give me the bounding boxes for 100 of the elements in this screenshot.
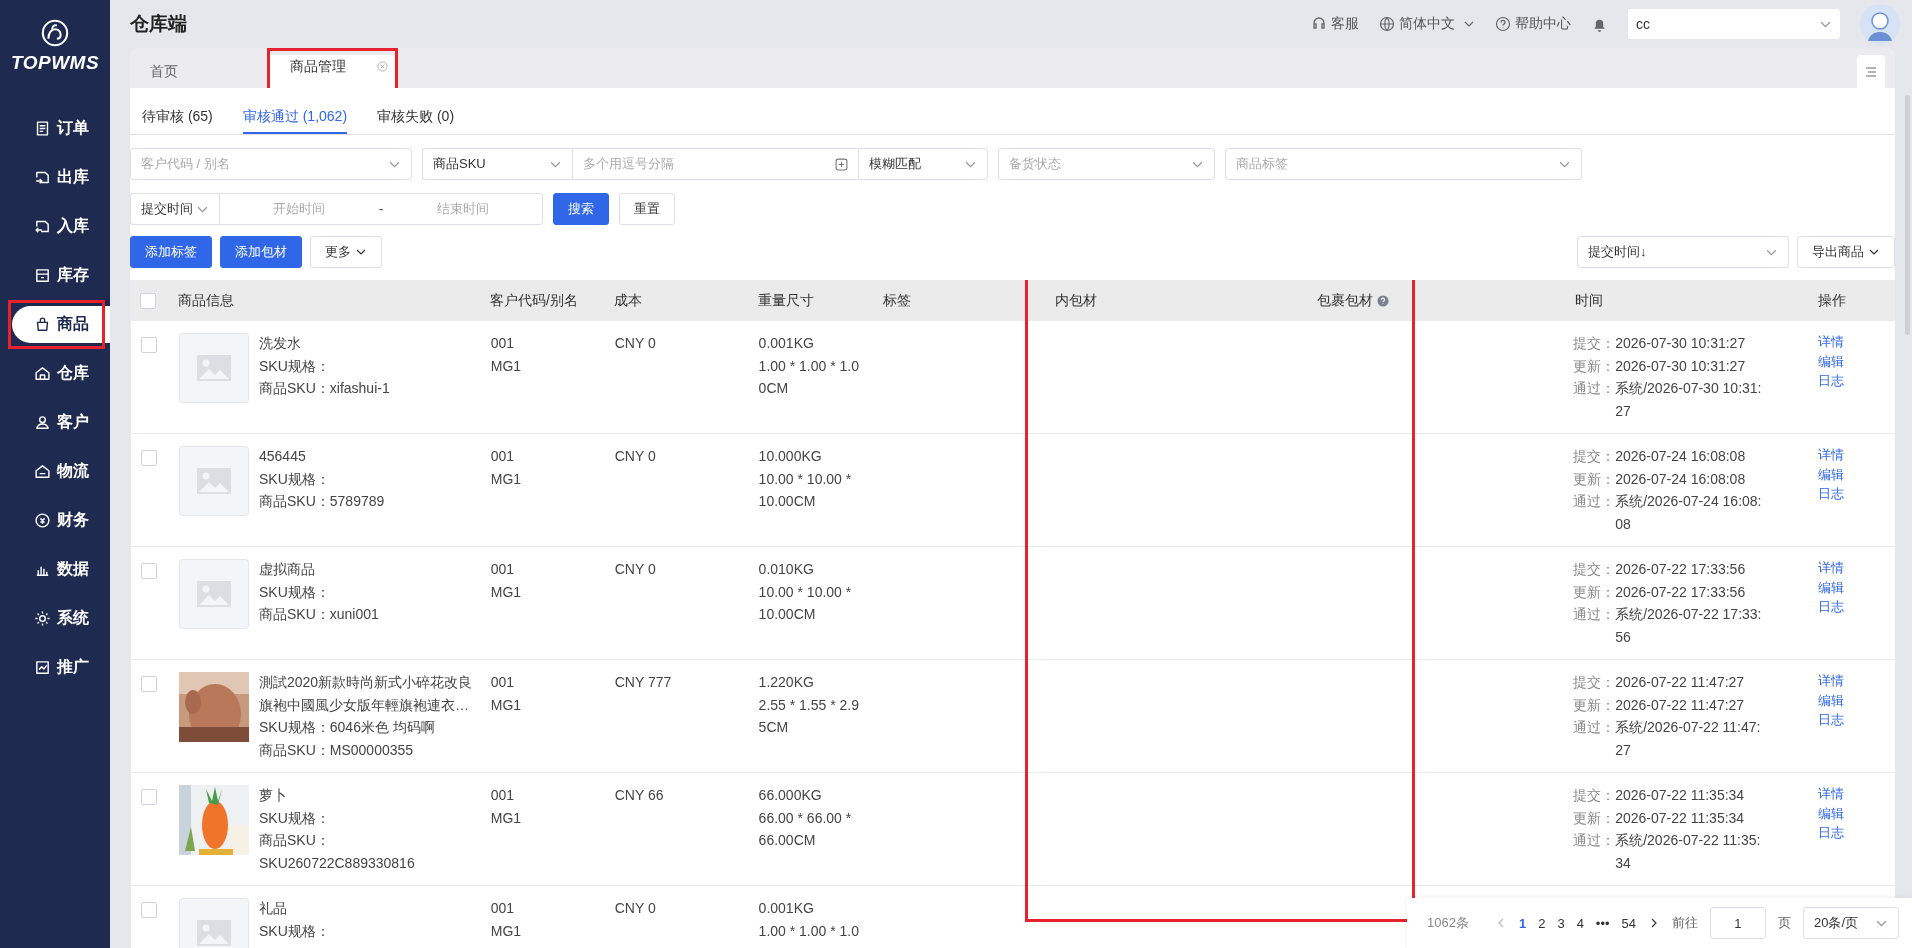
action-link[interactable]: 编辑 (1818, 464, 1895, 484)
page-number[interactable]: 4 (1576, 915, 1584, 931)
row-checkbox[interactable] (141, 902, 157, 918)
review-tab[interactable]: 审核失败 (0) (377, 108, 455, 134)
nav-item[interactable]: 物流 (12, 453, 110, 490)
service-link[interactable]: 客服 (1311, 15, 1359, 33)
action-link[interactable]: 日志 (1818, 710, 1895, 730)
action-link[interactable]: 编辑 (1818, 803, 1895, 823)
nav-item[interactable]: 数据 (12, 551, 110, 588)
column-header[interactable]: 标签 (883, 291, 911, 310)
action-link[interactable]: 日志 (1818, 484, 1895, 504)
column-header[interactable]: 包裹包材 (1317, 291, 1389, 310)
language-selector[interactable]: 简体中文 (1379, 15, 1475, 33)
more-button[interactable]: 更多 (310, 236, 382, 268)
customer-code: 001 (490, 334, 516, 353)
review-tab[interactable]: 审核通过 (1,062) (242, 108, 348, 134)
time-label: 提交： (1573, 334, 1616, 353)
page-number[interactable]: 54 (1621, 915, 1636, 931)
nav-item[interactable]: 订单 (12, 110, 110, 147)
row-checkbox[interactable] (141, 450, 157, 466)
page-tab[interactable]: 商品管理 (270, 55, 398, 88)
nav-item[interactable]: 商品 (12, 306, 110, 343)
weight: 0.001KG (758, 899, 815, 918)
page-size-select[interactable]: 20条/页 (1803, 907, 1899, 939)
page-number[interactable]: 1 (1518, 915, 1527, 931)
action-link[interactable]: 详情 (1818, 784, 1895, 804)
row-checkbox[interactable] (141, 789, 157, 805)
cost: CNY 66 (614, 787, 664, 803)
match-select[interactable]: 模糊匹配 (858, 148, 988, 180)
action-link[interactable]: 详情 (1818, 445, 1895, 465)
customer-code: 001 (490, 560, 516, 579)
time-value: 2026-07-24 16:08:08 (1615, 447, 1747, 466)
nav-icon (34, 316, 51, 333)
sort-select[interactable]: 提交时间↓ (1577, 236, 1789, 268)
page-tab[interactable]: 首页 (130, 55, 258, 88)
time-label: 提交： (1573, 447, 1616, 466)
time-type-select[interactable]: 提交时间 (130, 193, 219, 225)
column-header[interactable]: 重量尺寸 (758, 291, 814, 310)
page-number[interactable]: 3 (1557, 915, 1565, 931)
nav-item[interactable]: 入库 (12, 208, 110, 245)
scrollbar[interactable] (1905, 95, 1910, 335)
page-number[interactable]: 2 (1538, 915, 1546, 931)
help-icon[interactable] (1377, 294, 1389, 307)
nav-item[interactable]: 仓库 (12, 355, 110, 392)
page-number[interactable]: ••• (1595, 915, 1610, 931)
row-checkbox[interactable] (141, 676, 157, 692)
nav-item[interactable]: 系统 (12, 600, 110, 637)
time-label: 提交： (1573, 673, 1616, 692)
time-label: 更新： (1573, 356, 1616, 376)
review-tab[interactable]: 待审核 (65) (142, 108, 213, 134)
help-link[interactable]: 帮助中心 (1495, 15, 1571, 33)
column-header[interactable]: 商品信息 (178, 291, 234, 310)
column-header[interactable]: 成本 (614, 291, 642, 310)
nav-item[interactable]: 出库 (12, 159, 110, 196)
add-package-button[interactable]: 添加包材 (220, 236, 302, 268)
time-value: 2026-07-22 17:33:56 (1615, 560, 1747, 579)
nav-item[interactable]: 推广 (12, 649, 110, 686)
action-link[interactable]: 详情 (1818, 671, 1895, 691)
sku-spec: SKU规格： (259, 356, 331, 376)
nav-item[interactable]: 客户 (12, 404, 110, 441)
search-button[interactable]: 搜索 (553, 193, 609, 225)
time-label: 通过： (1573, 379, 1616, 398)
export-button[interactable]: 导出商品 (1797, 236, 1895, 268)
column-header[interactable]: 操作 (1818, 291, 1846, 310)
action-link[interactable]: 日志 (1818, 371, 1895, 391)
avatar[interactable] (1860, 4, 1900, 44)
time-value: 系统/2026-07-22 11:47:27 (1615, 718, 1762, 760)
row-checkbox[interactable] (141, 337, 157, 353)
select-all-checkbox[interactable] (140, 292, 156, 309)
goto-label: 前往 (1672, 914, 1698, 932)
column-header[interactable]: 时间 (1575, 291, 1603, 310)
menu-button[interactable] (1857, 55, 1885, 88)
action-link[interactable]: 详情 (1818, 558, 1895, 578)
action-link[interactable]: 日志 (1818, 597, 1895, 617)
account-select[interactable]: cc (1628, 9, 1840, 39)
nav-item[interactable]: 财务 (12, 502, 110, 539)
time-label: 通过： (1573, 831, 1616, 850)
weight: 0.010KG (758, 560, 815, 579)
logo-icon (40, 18, 70, 48)
close-icon[interactable] (377, 61, 388, 72)
weight: 66.000KG (758, 786, 823, 805)
time-value: 2026-07-24 16:08:08 (1615, 469, 1747, 489)
dimensions: 1.00 * 1.00 * 1.0 (758, 921, 861, 941)
cost: CNY 0 (614, 900, 656, 916)
row-checkbox[interactable] (141, 563, 157, 579)
column-header[interactable]: 内包材 (1055, 291, 1097, 310)
nav-icon (34, 218, 51, 235)
action-link[interactable]: 编辑 (1818, 351, 1895, 371)
nav-item[interactable]: 库存 (12, 257, 110, 294)
action-link[interactable]: 编辑 (1818, 577, 1895, 597)
action-link[interactable]: 日志 (1818, 823, 1895, 843)
action-link[interactable]: 编辑 (1818, 690, 1895, 710)
reset-button[interactable]: 重置 (619, 193, 675, 225)
page-input[interactable]: 1 (1710, 907, 1766, 939)
column-header[interactable]: 客户代码/别名 (490, 291, 578, 310)
add-tag-button[interactable]: 添加标签 (130, 236, 212, 268)
sku-type-select[interactable]: 商品SKU (422, 148, 572, 180)
action-link[interactable]: 详情 (1818, 332, 1895, 352)
expand-icon[interactable] (835, 157, 848, 171)
product-sku: 商品SKU：xuni001 (259, 605, 380, 624)
